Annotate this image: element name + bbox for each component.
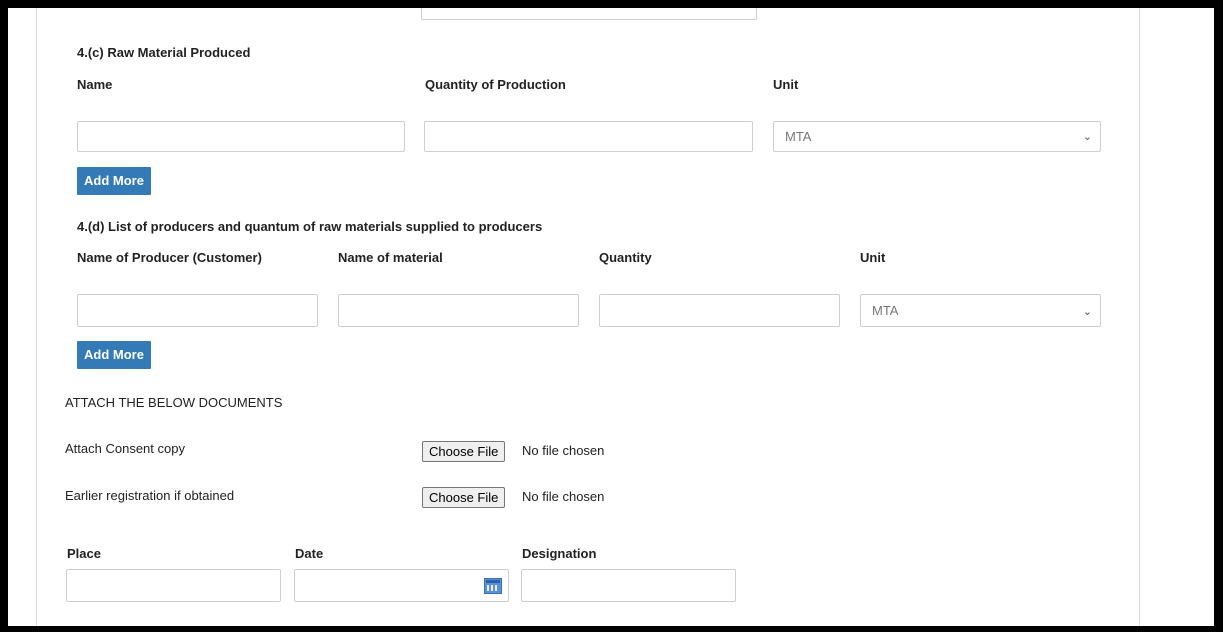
section-d-heading: 4.(d) List of producers and quantum of r… [77,219,543,234]
col-quantity-label: Quantity [599,250,652,265]
earlier-registration-label: Earlier registration if obtained [65,488,235,503]
raw-material-name-input[interactable] [77,121,405,152]
date-input[interactable] [294,569,509,602]
designation-input[interactable] [521,569,736,602]
place-input[interactable] [66,569,281,602]
col-material-label: Name of material [338,250,443,265]
chevron-down-icon: ⌄ [1082,306,1092,318]
quantity-input[interactable] [599,294,840,327]
add-more-button-d[interactable]: Add More [77,341,151,369]
consent-choose-file-button[interactable]: Choose File [422,441,506,462]
add-more-button-c[interactable]: Add More [77,167,151,195]
earlier-choose-file-button[interactable]: Choose File [422,487,506,508]
designation-label: Designation [522,546,597,561]
unit-select-d-value: MTA [872,303,899,318]
unit-select-c-value: MTA [785,129,812,144]
earlier-file-status: No file chosen [522,489,605,504]
quantity-production-input[interactable] [424,121,753,152]
col-name-label: Name [77,77,113,92]
material-name-input[interactable] [338,294,579,327]
consent-file-status: No file chosen [522,443,605,458]
col-producer-label: Name of Producer (Customer) [77,250,262,265]
col-unit-d-label: Unit [860,250,886,265]
place-label: Place [67,546,101,561]
unit-select-d[interactable]: MTA ⌄ [860,294,1101,327]
attachments-heading: ATTACH THE BELOW DOCUMENTS [65,395,283,410]
producer-name-input[interactable] [77,294,318,327]
right-divider [1139,8,1140,626]
form-panel: 4.(c) Raw Material Produced Name Quantit… [8,8,1214,626]
chevron-down-icon: ⌄ [1082,131,1092,143]
col-unit-label: Unit [773,77,799,92]
left-divider [36,8,37,626]
section-c-heading: 4.(c) Raw Material Produced [77,45,251,60]
col-quantity-production-label: Quantity of Production [425,77,566,92]
unit-select-c[interactable]: MTA ⌄ [773,121,1101,152]
date-label: Date [295,546,324,561]
consent-copy-label: Attach Consent copy [65,441,185,456]
previous-input[interactable] [421,8,757,20]
calendar-icon[interactable] [484,578,502,594]
